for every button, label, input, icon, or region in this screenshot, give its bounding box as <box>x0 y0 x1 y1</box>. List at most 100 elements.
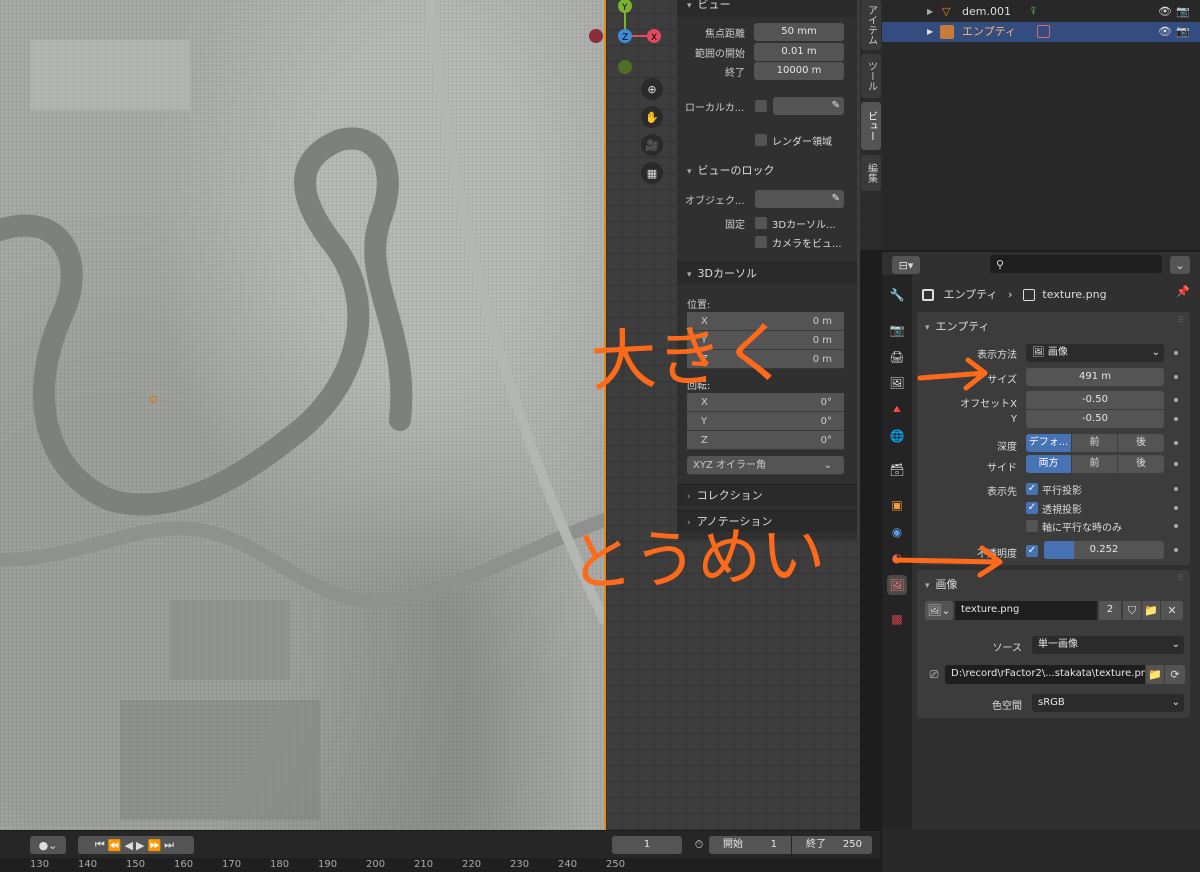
drag-handle-icon[interactable]: ⠿ <box>1177 316 1184 326</box>
show-persp-checkbox[interactable]: ✓ <box>1026 502 1038 514</box>
record-button[interactable]: ●⌄ <box>30 836 66 854</box>
offset-x-field[interactable]: -0.50 <box>1026 391 1164 409</box>
render-tab-icon[interactable]: 📷 <box>887 320 907 340</box>
3d-viewport[interactable] <box>0 0 604 830</box>
stopwatch-icon[interactable]: ⏱ <box>690 836 708 854</box>
image-name-field[interactable]: texture.png <box>955 601 1097 620</box>
scene-tab-icon[interactable]: 🔺 <box>887 399 907 419</box>
rotation-mode-dropdown[interactable]: XYZ オイラー角 ⌄ <box>687 456 844 475</box>
tab-item[interactable]: アイテム <box>861 0 881 50</box>
object-tab-icon[interactable]: ▣ <box>887 495 907 515</box>
3d-cursor[interactable] <box>150 396 157 403</box>
tab-edit[interactable]: 編集 <box>861 155 881 191</box>
texture-tab-icon[interactable]: ▩ <box>887 609 907 629</box>
eye-icon[interactable]: 👁 <box>1158 2 1172 22</box>
fake-user-icon[interactable]: ⛉ <box>1123 601 1141 620</box>
side-back-option[interactable]: 後 <box>1118 455 1164 473</box>
next-key-icon[interactable]: ⏩ <box>147 839 164 852</box>
empty-panel-header[interactable]: ▾ エンプティ <box>925 318 990 334</box>
tab-view[interactable]: ビュー <box>861 102 881 150</box>
drag-handle-icon[interactable]: ⠿ <box>1177 574 1184 584</box>
view-lock-header[interactable]: ▾ ビューのロック <box>687 162 775 178</box>
hand-pan-icon[interactable]: ✋ <box>641 106 663 128</box>
keyframe-dot[interactable] <box>1174 548 1178 552</box>
annotation-panel-header[interactable]: › アノテーション <box>677 510 857 532</box>
camera-icon[interactable]: 📷 <box>1176 2 1190 22</box>
reload-icon[interactable]: ⟳ <box>1165 665 1185 684</box>
keyframe-dot[interactable] <box>1174 441 1178 445</box>
data-tab-icon[interactable]: 🖼 <box>887 575 907 595</box>
folder-icon[interactable]: 📁 <box>1146 665 1164 684</box>
side-both-option[interactable]: 両方 <box>1026 455 1071 473</box>
clip-start-field[interactable]: 0.01 m <box>754 43 844 61</box>
colorspace-dropdown[interactable]: sRGB ⌄ <box>1032 694 1184 712</box>
pin-icon[interactable]: 📌 <box>1176 285 1190 298</box>
offset-y-field[interactable]: -0.50 <box>1026 410 1164 428</box>
local-camera-checkbox[interactable] <box>755 100 767 112</box>
collection-tab-icon[interactable]: 🗃 <box>887 460 907 480</box>
prev-key-icon[interactable]: ⏪ <box>108 839 125 852</box>
grid-toggle-icon[interactable]: ▦ <box>641 162 663 184</box>
keyframe-dot[interactable] <box>1174 351 1178 355</box>
render-region-checkbox[interactable] <box>755 134 767 146</box>
cursor-location-z[interactable]: Z0 m <box>687 350 844 369</box>
local-camera-picker[interactable]: ✎ <box>773 97 844 115</box>
source-dropdown[interactable]: 単一画像 ⌄ <box>1032 636 1184 654</box>
cursor-panel-header[interactable]: ▾ 3Dカーソル <box>677 262 857 284</box>
tab-tool[interactable]: ツール <box>861 54 881 98</box>
keyframe-dot[interactable] <box>1174 398 1178 402</box>
unlink-icon[interactable]: ✕ <box>1161 601 1183 620</box>
timeline-ruler[interactable]: 130 140 150 160 170 180 190 200 210 220 … <box>0 858 880 872</box>
cursor-rotation-z[interactable]: Z 0° <box>687 431 844 450</box>
start-frame-field[interactable]: 開始 1 <box>709 836 791 854</box>
folder-icon[interactable]: 📁 <box>1142 601 1160 620</box>
display-as-dropdown[interactable]: 🖼 画像 ⌄ <box>1026 344 1164 362</box>
current-frame-field[interactable]: 1 <box>612 836 682 854</box>
keyframe-dot[interactable] <box>1174 487 1178 491</box>
tool-tab-icon[interactable]: 🔧 <box>887 285 907 305</box>
image-panel-header[interactable]: ▾ 画像 <box>925 576 958 592</box>
opacity-slider[interactable]: 0.252 <box>1044 541 1164 559</box>
lock-object-picker[interactable]: ✎ <box>755 190 844 208</box>
keyframe-dot[interactable] <box>1174 462 1178 466</box>
options-dropdown[interactable]: ⌄ <box>1170 256 1190 274</box>
show-ortho-checkbox[interactable]: ✓ <box>1026 483 1038 495</box>
editor-type-icon[interactable]: ⊟▾ <box>892 256 920 274</box>
camera-view-icon[interactable]: 🎥 <box>641 134 663 156</box>
size-field[interactable]: 491 m <box>1026 368 1164 386</box>
expand-arrow-icon[interactable]: ▶ <box>927 2 933 22</box>
physics-tab-icon[interactable]: ◉ <box>887 522 907 542</box>
eyedropper-icon[interactable]: ✎ <box>832 97 840 115</box>
world-tab-icon[interactable]: 🌐 <box>887 426 907 446</box>
play-reverse-icon[interactable]: ◀ <box>125 839 136 852</box>
image-users-count[interactable]: 2 <box>1099 601 1121 620</box>
play-icon[interactable]: ▶ <box>136 839 147 852</box>
navigation-gizmo[interactable]: Y X Z <box>588 0 662 80</box>
camera-icon[interactable]: 📷 <box>1176 22 1190 42</box>
properties-search-input[interactable]: ⚲ <box>990 255 1162 273</box>
cursor-location-x[interactable]: X0 m <box>687 312 844 331</box>
view-layer-tab-icon[interactable]: 🖼 <box>887 373 907 393</box>
lock-cursor-checkbox[interactable] <box>755 217 767 229</box>
collection-panel-header[interactable]: › コレクション <box>677 484 857 506</box>
jump-start-icon[interactable]: ⏮ <box>95 838 108 852</box>
clip-end-field[interactable]: 10000 m <box>754 62 844 80</box>
cursor-location-y[interactable]: Y0 m <box>687 331 844 350</box>
cursor-rotation-y[interactable]: Y 0° <box>687 412 844 431</box>
eye-icon[interactable]: 👁 <box>1158 22 1172 42</box>
image-browse-button[interactable]: 🖼⌄ <box>925 601 953 620</box>
expand-arrow-icon[interactable]: ▶ <box>927 22 933 42</box>
jump-end-icon[interactable]: ⏭ <box>164 838 177 852</box>
zoom-icon[interactable]: ⊕ <box>641 78 663 100</box>
opacity-checkbox[interactable]: ✓ <box>1026 545 1038 557</box>
depth-back-option[interactable]: 後 <box>1118 434 1164 452</box>
constraints-tab-icon[interactable]: ◐ <box>887 548 907 568</box>
show-axis-checkbox[interactable] <box>1026 520 1038 532</box>
cursor-rotation-x[interactable]: X 0° <box>687 393 844 412</box>
depth-default-option[interactable]: デフォ... <box>1026 434 1071 452</box>
outliner-row-selected[interactable]: ▶ エンプティ 👁 📷 <box>882 22 1200 42</box>
lock-camera-checkbox[interactable] <box>755 236 767 248</box>
keyframe-dot[interactable] <box>1174 524 1178 528</box>
keyframe-dot[interactable] <box>1174 375 1178 379</box>
outliner-row[interactable]: ▶ ▽ dem.001 ⍒ 👁 📷 <box>882 2 1200 22</box>
